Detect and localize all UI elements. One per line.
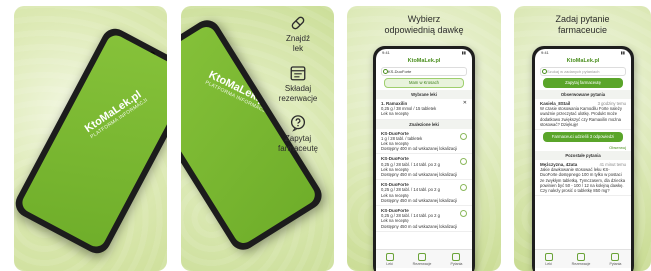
tab-drugs[interactable]: Leki <box>385 252 394 266</box>
battery-icon: ▮▮ <box>461 50 466 55</box>
selected-drug-item[interactable]: 1. Ramaxilin 0,25 g / 38 mmol / 15 table… <box>376 99 472 120</box>
search-placeholder: Szukaj w zadanych pytaniach <box>547 69 600 74</box>
bottom-tab-bar: Leki Rezerwacje Pytania <box>376 249 472 268</box>
section-found-header: Znalezione leki <box>376 119 472 129</box>
question-text: Jakie dawkowanie stosować leku KS-DuoFor… <box>540 167 626 194</box>
battery-icon: ▮▮ <box>620 50 625 55</box>
drug-availability: Dostępny 450 m od wskazanej lokalizacji <box>381 223 458 229</box>
panel-heading: Zadaj pytanie farmaceucie <box>514 14 651 36</box>
heading-line1: Zadaj pytanie <box>555 14 610 24</box>
heading-line1: Wybierz <box>407 14 441 24</box>
pill-icon <box>385 252 394 261</box>
status-time: 9:41 <box>382 50 390 55</box>
pill-icon <box>544 252 553 261</box>
drug-availability: Dostępny 450 m od wskazanej lokalizacji <box>381 172 458 178</box>
tab-label: Leki <box>386 261 393 266</box>
tab-label: Rezerwacje <box>571 261 591 266</box>
select-radio[interactable] <box>460 132 467 140</box>
phone-mockup: 9:41 ▮▮ KtoMaLek.pl Szukaj w zadanych py… <box>532 46 634 271</box>
tab-label: Rezerwacje <box>412 261 432 266</box>
select-radio[interactable] <box>460 210 467 218</box>
calendar-icon <box>290 66 306 81</box>
calendar-icon <box>576 252 585 261</box>
feature-label-line1: Zapytaj <box>284 134 312 143</box>
phone-mockup: 9:41 ▮▮ KtoMaLek.pl KS-DuoForte Mam w Kr… <box>373 46 475 271</box>
answers-button[interactable]: Farmaceuci udzielili 3 odpowiedzi <box>543 132 623 143</box>
tab-label: Pytania <box>450 261 463 266</box>
search-value: KS-DuoForte <box>388 69 412 74</box>
status-bar: 9:41 ▮▮ <box>535 49 631 57</box>
map-button[interactable]: Mam w Krosach <box>384 78 464 88</box>
drug-type: Lek na receptę <box>381 111 409 117</box>
tab-questions[interactable]: Pytania <box>450 252 463 266</box>
search-input[interactable]: KS-DuoForte <box>381 67 467 76</box>
tab-reservations[interactable]: Rezerwacje <box>571 252 591 266</box>
tab-questions[interactable]: Pytania <box>609 252 622 266</box>
found-drug-item[interactable]: KS-DuoForte 0,25 g / 28 tabl. / 14 tabl.… <box>376 180 472 207</box>
question-card[interactable]: Mężczyzna, 42ata 41 minut temu Jakie daw… <box>535 160 631 197</box>
app-brand: KtoMaLek.pl <box>407 58 441 64</box>
ask-pharmacist-button[interactable]: Zapytaj farmaceutę <box>543 78 623 88</box>
app-brand: KtoMaLek.pl <box>566 58 600 64</box>
tab-drugs[interactable]: Leki <box>544 252 553 266</box>
select-radio[interactable] <box>460 184 467 192</box>
status-time: 9:41 <box>541 50 549 55</box>
watch-link[interactable]: Obserwuj <box>535 144 631 151</box>
feature-reservations: Składaj rezerwacje <box>270 64 326 104</box>
section-selected-header: Wybrane leki <box>376 90 472 99</box>
tab-label: Pytania <box>609 261 622 266</box>
pill-icon <box>291 16 305 30</box>
drug-availability: Dostępny 400 m od wskazanej lokalizacji <box>381 146 458 152</box>
section-watched-header: Obserwowane pytania <box>535 90 631 99</box>
promo-panel-2: KtoMaLek.pl PLATFORMA INFORMACJI Znajdź … <box>181 6 334 271</box>
bottom-tab-bar: Leki Rezerwacje Pytania <box>535 249 631 268</box>
section-recent-header: Pozostałe pytania <box>535 151 631 161</box>
phone-screen: 9:41 ▮▮ KtoMaLek.pl KS-DuoForte Mam w Kr… <box>376 49 472 271</box>
heading-line2: farmaceucie <box>557 25 608 35</box>
tab-reservations[interactable]: Rezerwacje <box>412 252 432 266</box>
tab-label: Leki <box>545 261 552 266</box>
status-bar: 9:41 ▮▮ <box>376 49 472 57</box>
calendar-icon <box>417 252 426 261</box>
search-input[interactable]: Szukaj w zadanych pytaniach <box>540 67 626 76</box>
feature-label-line2: lek <box>292 44 304 53</box>
select-radio[interactable] <box>460 158 467 166</box>
found-drug-item[interactable]: KS-DuoForte 1 g / 28 tabl. / tabletek Le… <box>376 129 472 155</box>
heading-line2: odpowiednią dawkę <box>384 25 464 35</box>
question-icon <box>611 252 620 261</box>
feature-ask-pharmacist: Zapytaj farmaceutę <box>270 114 326 154</box>
promo-panel-3: Wybierz odpowiednią dawkę 9:41 ▮▮ KtoMaL… <box>347 6 501 271</box>
panel-heading: Wybierz odpowiednią dawkę <box>347 14 501 36</box>
feature-find-drug: Znajdź lek <box>270 14 326 54</box>
found-drug-item[interactable]: KS-DuoForte 0,25 g / 28 tabl. / 14 tabl.… <box>376 206 472 232</box>
remove-icon[interactable]: ✕ <box>463 100 467 106</box>
app-logo: KtoMaLek.pl PLATFORMA INFORMACJI <box>83 87 149 140</box>
found-drug-item[interactable]: KS-DuoForte 0,25 g / 28 tabl. / 14 tabl.… <box>376 154 472 181</box>
promo-panel-1: KtoMaLek.pl PLATFORMA INFORMACJI <box>14 6 167 271</box>
feature-label-line1: Składaj <box>284 84 312 93</box>
feature-label-line1: Znajdź <box>285 34 310 43</box>
promo-panel-4: Zadaj pytanie farmaceucie 9:41 ▮▮ KtoMaL… <box>514 6 651 271</box>
feature-label-line2: farmaceutę <box>277 144 319 153</box>
question-text: W czasie stosowania Kamodilu Forte należ… <box>540 106 622 127</box>
phone-screen: 9:41 ▮▮ KtoMaLek.pl Szukaj w zadanych py… <box>535 49 631 271</box>
question-bubble-icon <box>290 115 306 132</box>
drug-availability: Dostępny 450 m od wskazanej lokalizacji <box>381 197 458 203</box>
question-card[interactable]: Kasiela_8Stail 3 godziny temu W czasie s… <box>535 99 631 131</box>
question-icon <box>452 252 461 261</box>
feature-label-line2: rezerwacje <box>278 94 318 103</box>
